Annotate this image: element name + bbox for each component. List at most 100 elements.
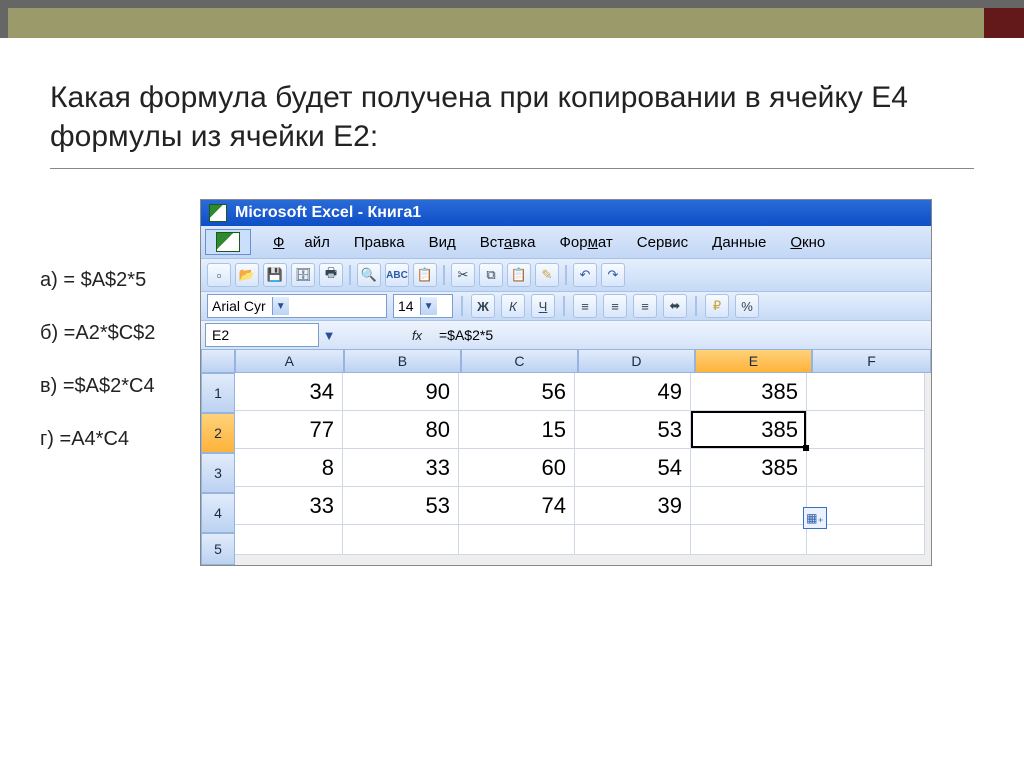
- bold-button[interactable]: Ж: [471, 294, 495, 318]
- col-header-A[interactable]: A: [235, 349, 344, 373]
- bar-maroon: [984, 8, 1024, 38]
- cell-D1[interactable]: 49: [575, 373, 691, 411]
- font-name-combo[interactable]: Arial Cyr ▼: [207, 294, 387, 318]
- cell-A2[interactable]: 77: [235, 411, 343, 449]
- cell-E3[interactable]: 385: [691, 449, 807, 487]
- cell-D2[interactable]: 53: [575, 411, 691, 449]
- menu-insert[interactable]: Вставка: [470, 232, 546, 253]
- cell-B1[interactable]: 90: [343, 373, 459, 411]
- col-header-E[interactable]: E: [695, 349, 812, 373]
- menu-tools[interactable]: Сервис: [627, 232, 698, 253]
- menu-view[interactable]: Вид: [419, 232, 466, 253]
- spell-icon[interactable]: ABC: [385, 263, 409, 287]
- option-b: б) =A2*$C$2: [40, 322, 200, 345]
- cell-D3[interactable]: 54: [575, 449, 691, 487]
- save-icon[interactable]: 💾: [263, 263, 287, 287]
- print-preview-icon[interactable]: 🔍: [357, 263, 381, 287]
- paste-icon[interactable]: 📋: [507, 263, 531, 287]
- cell-F5[interactable]: [807, 525, 925, 555]
- percent-icon[interactable]: %: [735, 294, 759, 318]
- cell-A4[interactable]: 33: [235, 487, 343, 525]
- permission-icon[interactable]: 🗄: [291, 263, 315, 287]
- answer-options: а) = $A$2*5 б) =A2*$C$2 в) =$A$2*C4 г) =…: [40, 269, 200, 566]
- cell-C4[interactable]: 74: [459, 487, 575, 525]
- formula-bar: E2 ▼ fx =$A$2*5: [201, 320, 931, 349]
- underline-button[interactable]: Ч: [531, 294, 555, 318]
- format-painter-icon[interactable]: ✎: [535, 263, 559, 287]
- menu-file[interactable]: Файл: [263, 232, 340, 253]
- redo-icon[interactable]: ↷: [601, 263, 625, 287]
- option-d: г) =A4*C4: [40, 428, 200, 451]
- chevron-down-icon[interactable]: ▼: [272, 297, 289, 315]
- print-icon[interactable]: 🖶: [319, 263, 343, 287]
- italic-button[interactable]: К: [501, 294, 525, 318]
- formatting-toolbar: Arial Cyr ▼ 14 ▼ Ж К Ч ≡ ≡ ≡ ⬌ ₽ %: [201, 291, 931, 320]
- font-size-combo[interactable]: 14 ▼: [393, 294, 453, 318]
- formula-text[interactable]: =$A$2*5: [439, 327, 493, 343]
- undo-icon[interactable]: ↶: [573, 263, 597, 287]
- menu-bar: Файл Правка Вид Вставка Формат Сервис Да…: [201, 226, 931, 258]
- menu-format[interactable]: Формат: [549, 232, 622, 253]
- currency-icon[interactable]: ₽: [705, 294, 729, 318]
- cell-C3[interactable]: 60: [459, 449, 575, 487]
- cell-D4[interactable]: 39: [575, 487, 691, 525]
- cell-B2[interactable]: 80: [343, 411, 459, 449]
- name-box[interactable]: E2: [205, 323, 319, 347]
- cell-E2[interactable]: 385: [691, 411, 807, 449]
- col-header-C[interactable]: C: [461, 349, 578, 373]
- row-header-5[interactable]: 5: [201, 533, 235, 565]
- cell-C5[interactable]: [459, 525, 575, 555]
- cell-A3[interactable]: 8: [235, 449, 343, 487]
- excel-screenshot: Microsoft Excel - Книга1 Файл Правка Вид…: [200, 199, 932, 566]
- cell-B4[interactable]: 53: [343, 487, 459, 525]
- align-center-icon[interactable]: ≡: [603, 294, 627, 318]
- menu-data[interactable]: Данные: [702, 232, 776, 253]
- fx-icon[interactable]: fx: [409, 328, 425, 343]
- window-title-bar: Microsoft Excel - Книга1: [201, 200, 931, 226]
- autofill-options-icon[interactable]: ▦₊: [803, 507, 827, 529]
- cell-A1[interactable]: 34: [235, 373, 343, 411]
- toolbar-separator: [695, 296, 697, 316]
- new-icon[interactable]: ▫: [207, 263, 231, 287]
- cell-A5[interactable]: [235, 525, 343, 555]
- align-left-icon[interactable]: ≡: [573, 294, 597, 318]
- research-icon[interactable]: 📋: [413, 263, 437, 287]
- toolbar-separator: [563, 296, 565, 316]
- font-size-value: 14: [398, 298, 414, 314]
- cell-D5[interactable]: [575, 525, 691, 555]
- cell-C2[interactable]: 15: [459, 411, 575, 449]
- cell-F2[interactable]: [807, 411, 925, 449]
- chevron-down-icon[interactable]: ▼: [420, 297, 437, 315]
- standard-toolbar: ▫ 📂 💾 🗄 🖶 🔍 ABC 📋 ✂ ⧉ 📋 ✎ ↶ ↷: [201, 258, 931, 291]
- align-right-icon[interactable]: ≡: [633, 294, 657, 318]
- col-header-F[interactable]: F: [812, 349, 931, 373]
- row-header-1[interactable]: 1: [201, 373, 235, 413]
- open-icon[interactable]: 📂: [235, 263, 259, 287]
- cell-F1[interactable]: [807, 373, 925, 411]
- cell-F3[interactable]: [807, 449, 925, 487]
- row-header-3[interactable]: 3: [201, 453, 235, 493]
- merge-icon[interactable]: ⬌: [663, 294, 687, 318]
- col-header-D[interactable]: D: [578, 349, 695, 373]
- col-header-B[interactable]: B: [344, 349, 461, 373]
- cut-icon[interactable]: ✂: [451, 263, 475, 287]
- row-header-4[interactable]: 4: [201, 493, 235, 533]
- cell-E5[interactable]: [691, 525, 807, 555]
- cell-C1[interactable]: 56: [459, 373, 575, 411]
- cell-E1[interactable]: 385: [691, 373, 807, 411]
- bar-olive: [8, 8, 984, 38]
- toolbar-separator: [461, 296, 463, 316]
- cell-E4[interactable]: [691, 487, 807, 525]
- excel-app-icon: [209, 204, 227, 222]
- question-text: Какая формула будет получена при копиров…: [50, 78, 974, 169]
- select-all-corner[interactable]: [201, 349, 235, 373]
- menu-edit[interactable]: Правка: [344, 232, 415, 253]
- control-menu-icon[interactable]: [205, 229, 251, 255]
- name-box-dropdown[interactable]: ▼: [319, 328, 339, 343]
- spreadsheet-grid: A B C D E F 1 2 3 4 5 34 90: [201, 349, 931, 565]
- menu-window[interactable]: Окно: [780, 232, 835, 253]
- copy-icon[interactable]: ⧉: [479, 263, 503, 287]
- cell-B5[interactable]: [343, 525, 459, 555]
- cell-B3[interactable]: 33: [343, 449, 459, 487]
- row-header-2[interactable]: 2: [201, 413, 235, 453]
